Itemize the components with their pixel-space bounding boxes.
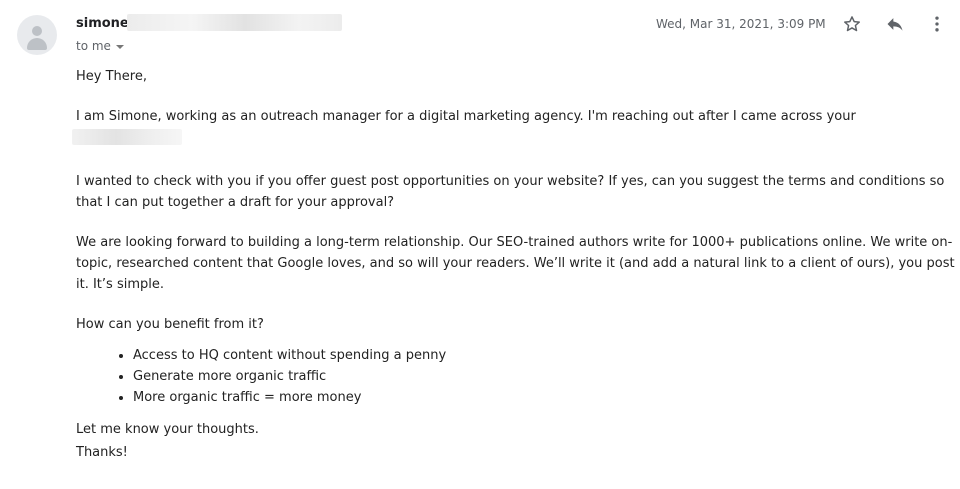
- benefits-list: Access to HQ content without spending a …: [76, 345, 956, 408]
- recipient-label: to me: [76, 39, 111, 53]
- person-avatar-body: [27, 38, 47, 50]
- person-avatar-icon: [32, 26, 42, 36]
- email-body: Hey There, I am Simone, working as an ou…: [76, 66, 956, 464]
- closing-line: Let me know your thoughts.: [76, 422, 259, 437]
- list-item: Access to HQ content without spending a …: [133, 345, 956, 366]
- recipient-details-toggle[interactable]: to me: [76, 39, 124, 53]
- guest-post-paragraph: I wanted to check with you if you offer …: [76, 174, 945, 210]
- intro-paragraph: I am Simone, working as an outreach mana…: [76, 109, 856, 124]
- sender-name[interactable]: simone: [76, 16, 129, 31]
- redacted-website-name: [72, 129, 182, 145]
- more-vert-icon[interactable]: [927, 14, 947, 34]
- greeting: Hey There,: [76, 69, 147, 84]
- redacted-sender-email: [127, 14, 342, 31]
- email-date: Wed, Mar 31, 2021, 3:09 PM: [656, 17, 826, 31]
- reply-icon[interactable]: [884, 14, 906, 34]
- caret-down-icon: [115, 44, 124, 49]
- sign-off: Thanks!: [76, 445, 128, 460]
- star-icon[interactable]: [842, 14, 862, 34]
- sender-avatar[interactable]: [17, 15, 57, 55]
- relationship-paragraph: We are looking forward to building a lon…: [76, 235, 955, 292]
- list-item: More organic traffic = more money: [133, 387, 956, 408]
- benefit-question: How can you benefit from it?: [76, 317, 264, 332]
- list-item: Generate more organic traffic: [133, 366, 956, 387]
